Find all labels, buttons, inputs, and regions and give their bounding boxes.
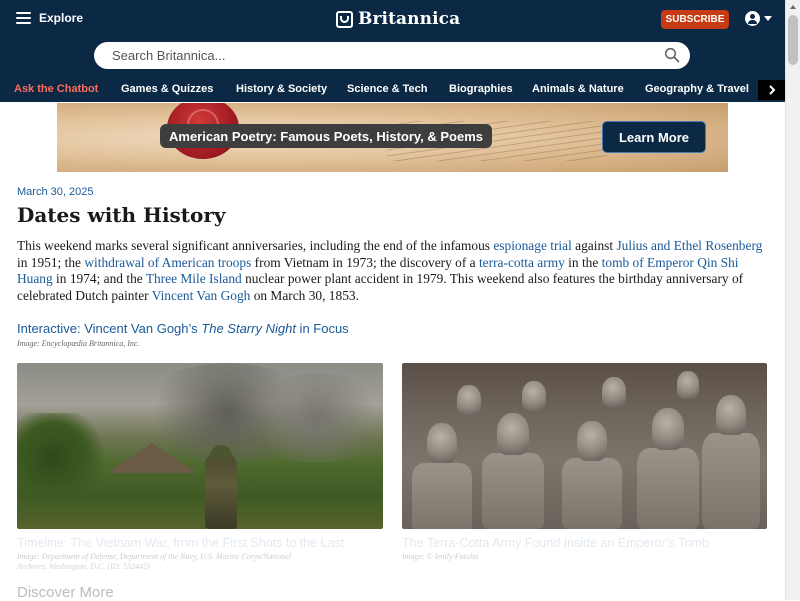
warrior-statue-body <box>702 433 760 529</box>
warrior-statue-head <box>602 377 626 407</box>
britannica-logo[interactable]: Britannica <box>336 9 460 29</box>
article-body: This weekend marks several significant a… <box>17 238 767 304</box>
promo-banner[interactable]: American Poetry: Famous Poets, History, … <box>57 103 728 172</box>
article-date: March 30, 2025 <box>17 186 94 198</box>
body-text: in the <box>564 254 602 270</box>
banner-headline: American Poetry: Famous Poets, History, … <box>160 124 493 148</box>
search-bar <box>94 42 690 69</box>
warrior-statue-head <box>457 385 481 415</box>
warrior-statue-body <box>562 458 622 529</box>
link-julius-ethel-rosenberg[interactable]: Julius and Ethel Rosenberg <box>616 238 762 253</box>
warrior-statue-body <box>412 463 472 529</box>
link-withdrawal-american-troops[interactable]: withdrawal of American troops <box>84 255 251 270</box>
hamburger-icon <box>16 12 31 24</box>
explore-label: Explore <box>39 11 84 25</box>
nav-scroll-right-button[interactable] <box>758 80 785 100</box>
discover-more-heading: Discover More <box>17 584 114 601</box>
card-credit-vietnam-line1: Image: Department of Defense, Department… <box>17 552 292 561</box>
nav-science-tech[interactable]: Science & Tech <box>347 83 428 95</box>
learn-more-button[interactable]: Learn More <box>602 121 706 153</box>
terracotta-army-photo[interactable] <box>402 363 767 529</box>
card-caption-vietnam[interactable]: Timeline: The Vietnam War, from the Firs… <box>17 536 344 550</box>
site-header: Explore Britannica SUBSCRIBE Ask the Cha… <box>0 0 785 102</box>
user-icon <box>745 11 760 26</box>
jungle-trees <box>17 413 107 503</box>
link-espionage-trial[interactable]: espionage trial <box>493 238 571 253</box>
thistle-logo-icon <box>336 10 353 28</box>
link-terra-cotta-army[interactable]: terra-cotta army <box>479 255 565 270</box>
interactive-italic-title: The Starry Night <box>201 321 296 336</box>
page-scrollbar[interactable] <box>785 0 800 600</box>
chevron-down-icon <box>764 16 772 21</box>
link-vincent-van-gogh[interactable]: Vincent Van Gogh <box>152 288 251 303</box>
warrior-statue-head <box>497 413 529 455</box>
warrior-statue-body <box>482 453 544 529</box>
warrior-statue-body <box>637 448 699 529</box>
card-caption-terracotta[interactable]: The Terra-Cotta Army Found Inside an Emp… <box>402 536 709 550</box>
smoke-cloud <box>247 373 383 463</box>
card-credit-terracotta: Image: © lenily/Fotolia <box>402 552 479 561</box>
subscribe-button[interactable]: SUBSCRIBE <box>661 10 729 29</box>
warrior-statue-head <box>652 408 684 450</box>
warrior-statue-head <box>427 423 457 463</box>
logo-text: Britannica <box>358 9 461 29</box>
interactive-suffix: in Focus <box>295 321 349 336</box>
nav-animals-nature[interactable]: Animals & Nature <box>532 83 624 95</box>
explore-menu-button[interactable]: Explore <box>16 11 83 25</box>
body-text: in 1974; and the <box>52 271 146 286</box>
body-text: against <box>571 238 617 253</box>
interactive-link[interactable]: Interactive: Vincent Van Gogh’s The Star… <box>17 321 349 336</box>
warrior-statue-head <box>577 421 607 461</box>
scroll-up-arrow-icon[interactable] <box>790 5 796 9</box>
account-menu-button[interactable] <box>745 11 772 26</box>
interactive-prefix: Interactive: Vincent Van Gogh’s <box>17 321 202 336</box>
link-three-mile-island[interactable]: Three Mile Island <box>146 271 242 286</box>
warrior-statue-head <box>716 395 746 435</box>
nav-biographies[interactable]: Biographies <box>449 83 513 95</box>
vietnam-war-photo[interactable] <box>17 363 383 529</box>
body-text: in 1951; the <box>17 254 85 270</box>
search-icon[interactable] <box>664 47 680 63</box>
page-title: Dates with History <box>17 203 226 227</box>
nav-ask-the-chatbot[interactable]: Ask the Chatbot <box>14 83 98 95</box>
nav-games-quizzes[interactable]: Games & Quizzes <box>121 83 213 95</box>
interactive-image-credit: Image: Encyclopædia Britannica, Inc. <box>17 339 140 348</box>
soldier-figure <box>205 453 237 529</box>
warrior-statue-head <box>677 371 699 399</box>
chevron-right-icon <box>768 85 775 95</box>
nav-geography-travel[interactable]: Geography & Travel <box>645 83 749 95</box>
body-text: This weekend marks several significant a… <box>17 238 494 253</box>
card-credit-vietnam-line2: Archives, Washington, D.C. (ID: 532442) <box>17 562 150 571</box>
nav-history-society[interactable]: History & Society <box>236 83 327 95</box>
scroll-thumb[interactable] <box>788 15 798 65</box>
search-input[interactable] <box>112 47 632 64</box>
body-text: on March 30, 1853. <box>250 287 359 303</box>
body-text: from Vietnam in 1973; the discovery of a <box>251 254 479 270</box>
warrior-statue-head <box>522 381 546 411</box>
